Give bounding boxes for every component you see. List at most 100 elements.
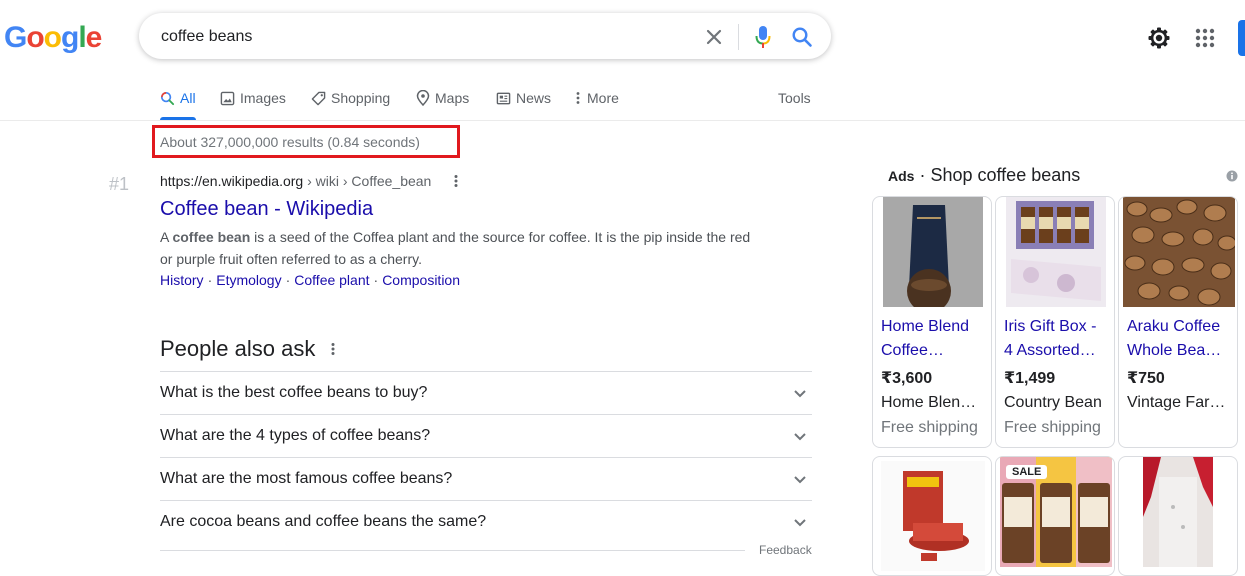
- google-logo[interactable]: Google: [4, 21, 103, 55]
- chevron-down-icon: [794, 390, 806, 398]
- product-shipping: Free shipping: [1004, 419, 1101, 436]
- paa-question-text: What are the 4 types of coffee beans?: [160, 427, 431, 444]
- sitelink-coffee-plant[interactable]: Coffee plant: [294, 272, 369, 288]
- chevron-down-icon: [794, 433, 806, 441]
- microphone-icon[interactable]: [750, 24, 776, 50]
- product-image: [881, 461, 985, 571]
- product-title[interactable]: Araku Coffee: [1127, 315, 1233, 339]
- snippet-keyword: coffee bean: [172, 229, 251, 245]
- product-merchant: Country Bean: [1004, 394, 1102, 411]
- sitelink-composition[interactable]: Composition: [382, 272, 460, 288]
- result-title-link[interactable]: Coffee bean - Wikipedia: [160, 196, 373, 222]
- tab-label: Shopping: [331, 90, 391, 106]
- sitelinks: History · Etymology · Coffee plant · Compositi…: [160, 271, 460, 289]
- ads-header: Ads · Shop coffee beans: [888, 165, 1080, 186]
- chevron-down-icon: [794, 519, 806, 527]
- sitelink-history[interactable]: History: [160, 272, 204, 288]
- result-rank: #1: [109, 174, 130, 194]
- result-snippet: A coffee bean is a seed of the Coffea pl…: [160, 226, 760, 270]
- paa-divider: [160, 550, 745, 551]
- highlight-box: [152, 125, 460, 158]
- ads-separator: ·: [914, 165, 931, 185]
- image-icon: [220, 91, 235, 105]
- paa-question[interactable]: What are the 4 types of coffee beans?: [160, 414, 812, 457]
- paa-question[interactable]: What are the most famous coffee beans?: [160, 457, 812, 500]
- result-url[interactable]: https://en.wikipedia.org › wiki › Coffee…: [160, 172, 431, 190]
- tools-button[interactable]: Tools: [778, 88, 811, 108]
- logo-letter: g: [61, 21, 79, 54]
- snippet-text: A: [160, 229, 173, 245]
- more-vertical-icon: [576, 92, 580, 104]
- product-card[interactable]: Home Blend Coffee… ₹3,600 Home Blen… Fre…: [872, 196, 992, 448]
- product-title[interactable]: Home Blend: [881, 315, 987, 339]
- newspaper-icon: [496, 92, 511, 104]
- product-image: [883, 197, 983, 307]
- sale-badge: SALE: [1006, 465, 1048, 479]
- result-domain: https://en.wikipedia.org: [160, 173, 304, 189]
- separator: ·: [207, 272, 213, 288]
- logo-letter: l: [78, 21, 86, 54]
- tab-label: More: [587, 90, 619, 106]
- sitelink-etymology[interactable]: Etymology: [216, 272, 281, 288]
- product-price: ₹1,499: [1004, 370, 1056, 387]
- feedback-link[interactable]: Feedback: [759, 543, 812, 557]
- paa-question-text: What is the best coffee beans to buy?: [160, 384, 428, 401]
- separator: ·: [285, 272, 291, 288]
- tab-label: Maps: [435, 90, 470, 106]
- product-image: [1143, 457, 1213, 567]
- ads-label: Ads: [888, 168, 915, 184]
- separator: ·: [373, 272, 379, 288]
- ads-title: Shop coffee beans: [930, 165, 1081, 185]
- tab-shopping[interactable]: Shopping: [311, 88, 390, 108]
- header-divider: [0, 120, 1245, 121]
- product-card[interactable]: [1118, 456, 1238, 576]
- clear-icon[interactable]: [702, 25, 726, 49]
- paa-question-text: Are cocoa beans and coffee beans the sam…: [160, 513, 487, 530]
- product-title[interactable]: Coffee…: [881, 339, 987, 363]
- logo-letter: o: [43, 21, 62, 54]
- search-icon: [160, 91, 175, 105]
- tab-all[interactable]: All: [160, 88, 196, 108]
- map-pin-icon: [416, 90, 430, 106]
- tab-label: All: [180, 90, 196, 106]
- more-options-icon[interactable]: [451, 172, 461, 190]
- result-breadcrumb: › wiki › Coffee_bean: [303, 173, 432, 189]
- product-title[interactable]: Iris Gift Box -: [1004, 315, 1110, 339]
- tab-maps[interactable]: Maps: [416, 88, 469, 108]
- tab-more[interactable]: More: [574, 88, 619, 108]
- product-image: [1006, 197, 1106, 307]
- more-options-icon[interactable]: [328, 340, 338, 358]
- product-card[interactable]: Iris Gift Box - 4 Assorted… ₹1,499 Count…: [995, 196, 1115, 448]
- sign-in-button[interactable]: [1238, 20, 1245, 56]
- tab-news[interactable]: News: [496, 88, 551, 108]
- tab-images[interactable]: Images: [220, 88, 286, 108]
- paa-heading: People also ask: [160, 336, 316, 361]
- tab-label: News: [516, 90, 552, 106]
- product-title[interactable]: Whole Bea…: [1127, 339, 1233, 363]
- info-icon[interactable]: [1226, 170, 1238, 182]
- tab-label: Tools: [778, 90, 811, 106]
- product-merchant: Home Blen…: [881, 394, 977, 411]
- search-divider: [738, 24, 739, 50]
- tab-label: Images: [240, 90, 286, 106]
- logo-letter: o: [26, 21, 44, 54]
- product-price: ₹750: [1127, 370, 1165, 387]
- product-card[interactable]: [872, 456, 992, 576]
- product-title[interactable]: 4 Assorted…: [1004, 339, 1110, 363]
- product-image: [1123, 197, 1235, 307]
- logo-letter: e: [85, 21, 103, 54]
- paa-question[interactable]: What is the best coffee beans to buy?: [160, 371, 812, 414]
- apps-grid-icon[interactable]: [1192, 25, 1218, 51]
- logo-letter: G: [4, 21, 27, 54]
- paa-question[interactable]: Are cocoa beans and coffee beans the sam…: [160, 500, 812, 543]
- search-input[interactable]: coffee beans: [161, 28, 252, 46]
- paa-question-text: What are the most famous coffee beans?: [160, 470, 453, 487]
- product-card[interactable]: Araku Coffee Whole Bea… ₹750 Vintage Far…: [1118, 196, 1238, 448]
- search-icon[interactable]: [789, 24, 815, 50]
- chevron-down-icon: [794, 476, 806, 484]
- product-merchant: Vintage Far…: [1127, 394, 1226, 411]
- tag-icon: [311, 91, 326, 105]
- product-shipping: Free shipping: [881, 419, 978, 436]
- gear-icon[interactable]: [1146, 25, 1172, 51]
- product-price: ₹3,600: [881, 370, 933, 387]
